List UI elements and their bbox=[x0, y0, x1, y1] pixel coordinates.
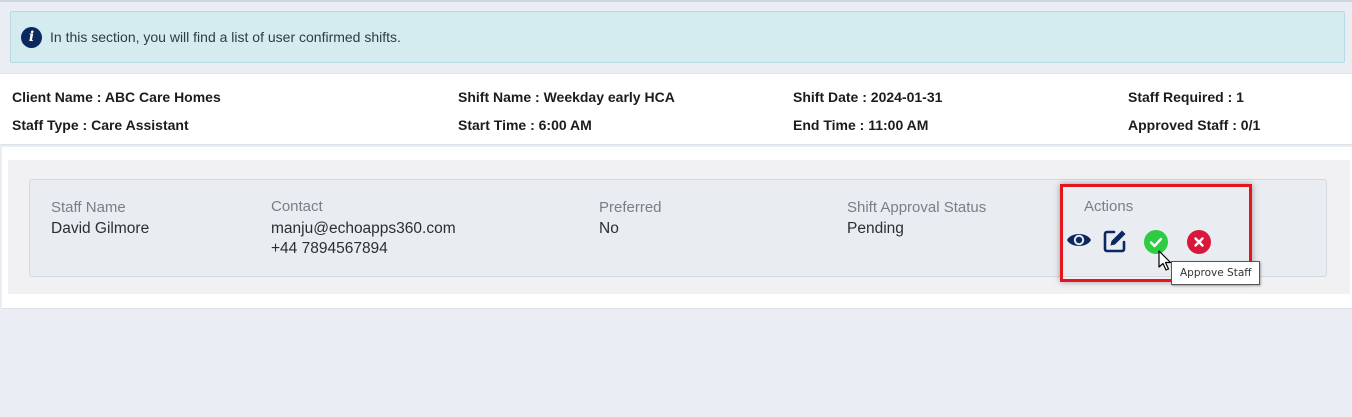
staff-card: Staff Name David Gilmore Contact manju@e… bbox=[29, 179, 1327, 277]
preferred-label: Preferred bbox=[599, 199, 662, 216]
eye-icon[interactable] bbox=[1066, 230, 1092, 255]
staff-required: Staff Required : 1 bbox=[1128, 89, 1244, 105]
preferred-value: No bbox=[599, 220, 619, 237]
info-alert-text: In this section, you will find a list of… bbox=[50, 29, 401, 45]
actions-label: Actions bbox=[1084, 198, 1134, 215]
approval-status-value: Pending bbox=[847, 220, 904, 237]
reject-x-icon[interactable] bbox=[1187, 230, 1211, 259]
shift-name: Shift Name : Weekday early HCA bbox=[458, 89, 675, 105]
contact-email: manju@echoapps360.com bbox=[271, 220, 456, 237]
staff-name-label: Staff Name bbox=[51, 199, 126, 216]
staff-list: Staff Name David Gilmore Contact manju@e… bbox=[8, 160, 1350, 294]
info-alert: i In this section, you will find a list … bbox=[10, 11, 1345, 63]
staff-name-value: David Gilmore bbox=[51, 220, 150, 237]
approval-status-label: Shift Approval Status bbox=[847, 199, 987, 216]
shift-date: Shift Date : 2024-01-31 bbox=[793, 89, 943, 105]
staff-list-panel: Staff Name David Gilmore Contact manju@e… bbox=[2, 147, 1352, 309]
top-divider bbox=[0, 0, 1352, 2]
mouse-pointer-icon bbox=[1158, 250, 1172, 277]
contact-phone: +44 7894567894 bbox=[271, 240, 388, 257]
client-name: Client Name : ABC Care Homes bbox=[12, 89, 221, 105]
info-icon: i bbox=[21, 26, 42, 48]
approve-staff-tooltip: Approve Staff bbox=[1171, 261, 1260, 285]
shift-summary: Client Name : ABC Care Homes Staff Type … bbox=[0, 73, 1352, 145]
start-time: Start Time : 6:00 AM bbox=[458, 117, 592, 133]
contact-label: Contact bbox=[271, 198, 323, 215]
end-time: End Time : 11:00 AM bbox=[793, 117, 929, 133]
edit-icon[interactable] bbox=[1103, 229, 1127, 258]
approved-staff: Approved Staff : 0/1 bbox=[1128, 117, 1261, 133]
staff-type: Staff Type : Care Assistant bbox=[12, 117, 189, 133]
